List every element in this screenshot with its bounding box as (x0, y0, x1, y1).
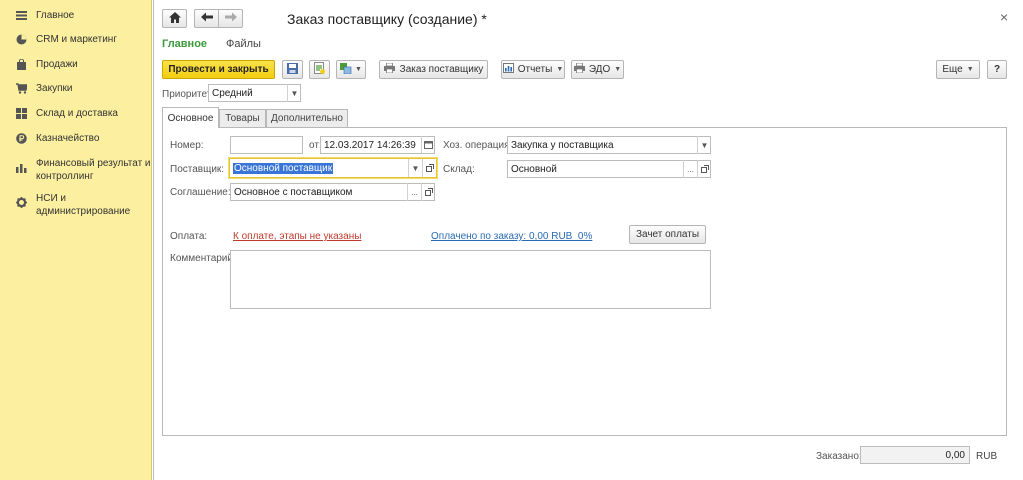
open-icon[interactable] (422, 159, 436, 177)
bar-chart-icon (16, 162, 27, 173)
document-form: Заказ поставщику (создание) * × Главное … (153, 0, 1023, 480)
paid-by-order-link[interactable]: Оплачено по заказу: 0,00 RUB 0% (431, 231, 592, 242)
back-button[interactable] (194, 9, 219, 28)
operation-label: Хоз. операция: (443, 140, 513, 151)
arrow-left-icon (200, 12, 213, 25)
ruble-coin-icon (16, 133, 27, 144)
sidebar-item-main[interactable]: Главное (0, 9, 152, 22)
sidebar-item-crm[interactable]: CRM и маркетинг (0, 33, 152, 46)
shopping-bag-icon (16, 59, 27, 70)
sidebar-item-admin[interactable]: НСИ и администрирование (0, 192, 152, 218)
tab-basic[interactable]: Основное (162, 107, 219, 128)
chevron-down-icon: ▼ (556, 66, 564, 73)
help-button[interactable]: ? (987, 60, 1007, 79)
date-field[interactable]: 12.03.2017 14:26:39 (320, 136, 435, 154)
tab-goods[interactable]: Товары (219, 109, 266, 128)
gear-icon (16, 197, 27, 208)
sidebar-item-finance[interactable]: Финансовый результат и контроллинг (0, 157, 152, 183)
sidebar-item-sales[interactable]: Продажи (0, 58, 152, 71)
home-button[interactable] (162, 9, 187, 28)
home-icon (168, 11, 181, 26)
warehouse-icon (16, 108, 27, 119)
post-and-close-button[interactable]: Провести и закрыть (162, 60, 275, 79)
open-icon[interactable] (697, 160, 711, 178)
forward-button[interactable] (218, 9, 243, 28)
chevron-down-icon: ▼ (614, 66, 622, 73)
create-based-on-icon (340, 62, 352, 77)
sidebar-item-label: Закупки (36, 83, 73, 94)
ordered-total-field: 0,00 (860, 446, 970, 464)
post-document-button[interactable] (309, 60, 330, 79)
tab-main[interactable]: Главное (162, 38, 207, 50)
create-based-on-button[interactable]: ▼ (336, 60, 366, 79)
comment-textarea[interactable] (230, 250, 711, 309)
sidebar: Главное CRM и маркетинг Продажи Закупки … (0, 0, 152, 480)
agreement-value: Основное с поставщиком (234, 186, 353, 198)
number-label: Номер: (170, 140, 204, 151)
select-ellipsis-icon[interactable]: ... (407, 183, 421, 201)
edo-icon (573, 62, 585, 76)
save-button[interactable] (282, 60, 303, 79)
warehouse-value: Основной (511, 163, 557, 175)
priority-value: Средний (212, 87, 253, 99)
warehouse-field[interactable]: Основной ... (507, 160, 711, 178)
floppy-disk-icon (287, 62, 298, 77)
edo-label: ЭДО (588, 64, 611, 75)
sidebar-item-purchases[interactable]: Закупки (0, 82, 152, 95)
printer-icon (383, 62, 395, 76)
reports-label: Отчеты (517, 64, 553, 75)
arrow-right-icon (224, 12, 237, 25)
chevron-down-icon: ▼ (966, 66, 974, 73)
menu-lines-icon (16, 10, 27, 21)
agreement-field[interactable]: Основное с поставщиком ... (230, 183, 435, 201)
supplier-value: Основной поставщик (233, 162, 334, 174)
sidebar-item-label: НСИ и администрирование (36, 193, 131, 217)
reports-button[interactable]: Отчеты ▼ (501, 60, 565, 79)
sidebar-item-warehouse[interactable]: Склад и доставка (0, 107, 152, 120)
order-print-button[interactable]: Заказ поставщику (379, 60, 488, 79)
sidebar-item-label: Склад и доставка (36, 108, 118, 119)
agreement-label: Соглашение: (170, 187, 231, 198)
open-icon[interactable] (421, 183, 435, 201)
comment-label: Комментарий: (170, 253, 236, 264)
currency-label: RUB (976, 451, 998, 462)
sidebar-item-label: Финансовый результат и контроллинг (36, 158, 151, 182)
order-print-label: Заказ поставщику (399, 64, 484, 75)
cart-icon (16, 83, 27, 94)
sidebar-item-label: CRM и маркетинг (36, 34, 117, 45)
page-title: Заказ поставщику (создание) * (287, 11, 487, 27)
payment-label: Оплата: (170, 231, 208, 242)
sidebar-item-label: Казначейство (36, 133, 100, 144)
sidebar-item-label: Продажи (36, 59, 78, 70)
more-button[interactable]: Еще ▼ (936, 60, 980, 79)
payment-offset-button[interactable]: Зачет оплаты (629, 225, 706, 244)
close-icon[interactable]: × (1000, 9, 1008, 25)
report-chart-icon (502, 63, 514, 76)
priority-select[interactable]: Средний ▼ (208, 84, 301, 102)
sidebar-item-treasury[interactable]: Казначейство (0, 132, 152, 145)
number-field[interactable] (230, 136, 303, 154)
chevron-down-icon[interactable]: ▼ (408, 159, 422, 177)
supplier-field[interactable]: Основной поставщик ▼ (229, 158, 437, 178)
chevron-down-icon[interactable]: ▼ (697, 136, 711, 154)
payment-stages-link[interactable]: К оплате, этапы не указаны (233, 231, 361, 242)
edo-button[interactable]: ЭДО ▼ (571, 60, 624, 79)
more-label: Еще (942, 64, 963, 75)
pie-chart-icon (16, 34, 27, 45)
chevron-down-icon: ▼ (355, 66, 362, 73)
operation-value: Закупка у поставщика (511, 139, 614, 151)
select-ellipsis-icon[interactable]: ... (683, 160, 697, 178)
priority-label: Приоритет: (162, 89, 215, 100)
calendar-icon[interactable] (421, 136, 435, 154)
supplier-label: Поставщик: (170, 164, 225, 175)
chevron-down-icon[interactable]: ▼ (287, 84, 301, 102)
post-document-icon (314, 62, 325, 77)
ordered-label: Заказано: (816, 451, 862, 462)
sidebar-item-label: Главное (36, 10, 75, 21)
warehouse-label: Склад: (443, 164, 475, 175)
tab-extra[interactable]: Дополнительно (266, 109, 348, 128)
tab-files[interactable]: Файлы (226, 38, 261, 50)
date-value: 12.03.2017 14:26:39 (324, 139, 416, 151)
operation-select[interactable]: Закупка у поставщика ▼ (507, 136, 711, 154)
